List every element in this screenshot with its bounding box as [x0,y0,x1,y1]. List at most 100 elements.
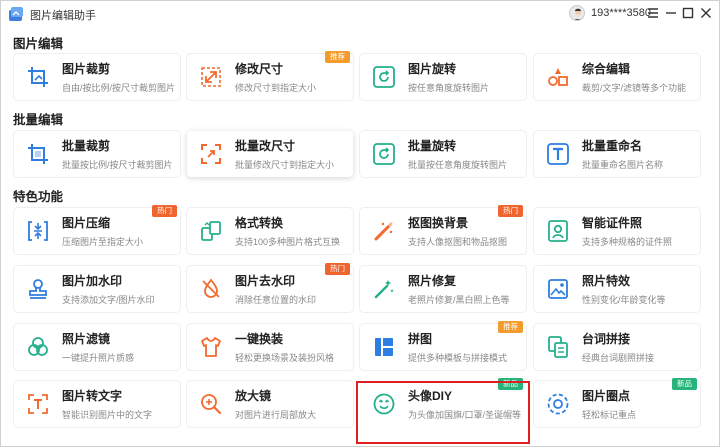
hot-badge: 热门 [498,205,523,217]
card-desc: 批量修改尺寸到指定大小 [235,160,335,170]
menu-icon[interactable] [645,5,661,21]
card-magnifier[interactable]: 放大镜 对图片进行局部放大 [187,381,353,427]
card-convert[interactable]: 格式转换 支持100多种图片格式互换 [187,208,353,254]
card-desc: 支持添加文字/图片水印 [62,295,155,305]
minimize-icon[interactable] [663,5,679,21]
app-title: 图片编辑助手 [30,10,96,22]
card-title: 照片修复 [408,274,457,288]
card-title: 图片加水印 [62,274,123,288]
resize-icon [199,65,223,89]
image-effect-icon [546,277,570,301]
card-idphoto[interactable]: 智能证件照 支持多种规格的证件照 [534,208,700,254]
section-title-batch: 批量编辑 [13,113,64,127]
crop-icon [26,65,50,89]
hot-badge: 热门 [152,205,177,217]
card-title: 批量裁剪 [62,139,111,153]
crop-icon [26,142,50,166]
user-phone[interactable]: 193****3580 [591,7,651,19]
card-batch-rotate[interactable]: 批量旋转 批量按任意角度旋转图片 [360,131,526,177]
card-caption[interactable]: 台词拼接 经典台词剧照拼接 [534,324,700,370]
card-desc: 批量按任意角度旋转图片 [408,160,508,170]
card-title: 格式转换 [235,216,284,230]
magnifier-icon [199,392,223,416]
selection-highlight [356,381,530,444]
card-title: 图片压缩 [62,216,111,230]
card-desc: 一键提升照片质感 [62,353,135,363]
card-matting[interactable]: 抠图换背景 支持人像抠图和物品抠图 热门 [360,205,526,254]
circle-mark-icon [546,392,570,416]
section-title-special: 特色功能 [13,190,64,204]
card-desc: 自由/按比例/按尺寸裁剪图片 [62,83,176,93]
drop-slash-icon [199,277,223,301]
card-title: 放大镜 [235,389,272,403]
title-bar: 图片编辑助手 193****3580 [0,0,720,28]
card-desc: 提供多种模板与拼接模式 [408,353,508,363]
app-logo-icon [7,5,25,23]
card-desc: 按任意角度旋转图片 [408,83,490,93]
resize-icon [199,142,223,166]
card-crop[interactable]: 图片裁剪 自由/按比例/按尺寸裁剪图片 [14,54,180,100]
card-title: 台词拼接 [582,332,631,346]
card-title: 综合编辑 [582,62,631,76]
convert-icon [199,219,223,243]
card-resize[interactable]: 修改尺寸 修改尺寸到指定大小 推荐 [187,51,353,100]
card-batch-rename[interactable]: 批量重命名 批量重命名图片名称 [534,131,700,177]
compress-icon [26,219,50,243]
card-desc: 老照片修复/黑白照上色等 [408,295,510,305]
new-badge: 新品 [672,378,697,390]
collage-icon [372,335,396,359]
card-batch-crop[interactable]: 批量裁剪 批量按比例/按尺寸裁剪图片 [14,131,180,177]
card-ocr[interactable]: 图片转文字 智能识别图片中的文字 [14,381,180,427]
card-desc: 批量按比例/按尺寸裁剪图片 [62,160,173,170]
card-title: 批量旋转 [408,139,457,153]
card-desc: 批量重命名图片名称 [582,160,664,170]
filter-circles-icon [26,335,50,359]
card-watermark-add[interactable]: 图片加水印 支持添加文字/图片水印 [14,266,180,312]
id-photo-icon [546,219,570,243]
card-compress[interactable]: 图片压缩 压缩图片至指定大小 热门 [14,205,180,254]
card-desc: 支持人像抠图和物品抠图 [408,237,508,247]
text-rename-icon [546,142,570,166]
card-desc: 压缩图片至指定大小 [62,237,144,247]
shirt-icon [199,335,223,359]
card-desc: 修改尺寸到指定大小 [235,83,317,93]
card-title: 图片裁剪 [62,62,111,76]
palette-icon [546,65,570,89]
card-desc: 性别变化/年龄变化等 [582,295,666,305]
card-title: 图片转文字 [62,389,123,403]
card-title: 图片去水印 [235,274,296,288]
rotate-icon [372,142,396,166]
ocr-text-icon [26,392,50,416]
section-title-edit: 图片编辑 [13,37,64,51]
hot-badge: 热门 [325,263,350,275]
card-repair[interactable]: 照片修复 老照片修复/黑白照上色等 [360,266,526,312]
card-collage[interactable]: 拼图 提供多种模板与拼接模式 推荐 [360,321,526,370]
recommend-badge: 推荐 [498,321,523,333]
magic-wand-icon [372,219,396,243]
card-circle[interactable]: 图片圈点 轻松标记重点 新品 [534,378,700,427]
card-title: 智能证件照 [582,216,643,230]
card-title: 照片特效 [582,274,631,288]
close-icon[interactable] [698,5,714,21]
card-desc: 轻松更换场景及装扮风格 [235,353,335,363]
card-desc: 轻松标记重点 [582,410,637,420]
card-filter[interactable]: 照片滤镜 一键提升照片质感 [14,324,180,370]
card-title: 批量重命名 [582,139,643,153]
card-watermark-remove[interactable]: 图片去水印 消除任意位置的水印 热门 [187,263,353,312]
card-title: 图片旋转 [408,62,457,76]
card-batch-resize[interactable]: 批量改尺寸 批量修改尺寸到指定大小 [187,131,353,177]
card-title: 一键换装 [235,332,284,346]
card-combo[interactable]: 综合编辑 裁剪/文字/滤镜等多个功能 [534,54,700,100]
stamp-icon [26,277,50,301]
maximize-icon[interactable] [680,5,696,21]
swap-icon [546,335,570,359]
card-effects[interactable]: 照片特效 性别变化/年龄变化等 [534,266,700,312]
card-desc: 裁剪/文字/滤镜等多个功能 [582,83,687,93]
card-title: 抠图换背景 [408,216,469,230]
recommend-badge: 推荐 [325,51,350,63]
rotate-icon [372,65,396,89]
sparkle-wand-icon [372,277,396,301]
user-avatar[interactable] [569,5,585,21]
card-rotate[interactable]: 图片旋转 按任意角度旋转图片 [360,54,526,100]
card-outfit[interactable]: 一键换装 轻松更换场景及装扮风格 [187,324,353,370]
